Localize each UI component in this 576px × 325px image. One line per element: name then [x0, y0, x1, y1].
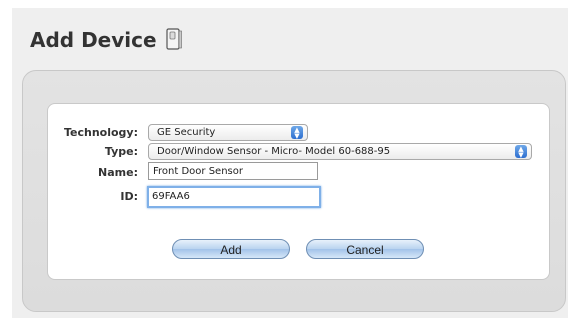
name-field-value: Front Door Sensor: [153, 166, 243, 177]
technology-label: Technology:: [63, 126, 138, 139]
select-stepper-icon: ▲ ▼: [515, 145, 527, 158]
id-label: ID:: [120, 190, 138, 203]
add-button[interactable]: Add: [172, 239, 290, 259]
type-label: Type:: [104, 145, 138, 158]
id-field-value: 69FAA6: [152, 191, 190, 202]
outer-panel: Technology: GE Security ▲ ▼ Type: Door/Wi…: [22, 70, 566, 312]
id-field[interactable]: 69FAA6: [147, 186, 321, 208]
type-select-value: Door/Window Sensor - Micro- Model 60-688…: [157, 146, 391, 157]
technology-select-value: GE Security: [157, 127, 216, 138]
cancel-button[interactable]: Cancel: [306, 239, 424, 259]
add-device-form: Technology: GE Security ▲ ▼ Type: Door/Wi…: [47, 103, 550, 280]
name-label: Name:: [98, 166, 138, 179]
technology-select[interactable]: GE Security ▲ ▼: [148, 124, 308, 141]
page-title: Add Device: [30, 28, 157, 52]
name-field[interactable]: Front Door Sensor: [148, 162, 318, 180]
door-sensor-icon: [165, 28, 183, 52]
page-title-row: Add Device: [30, 28, 183, 52]
type-select[interactable]: Door/Window Sensor - Micro- Model 60-688…: [148, 143, 532, 160]
select-stepper-icon: ▲ ▼: [291, 126, 303, 139]
